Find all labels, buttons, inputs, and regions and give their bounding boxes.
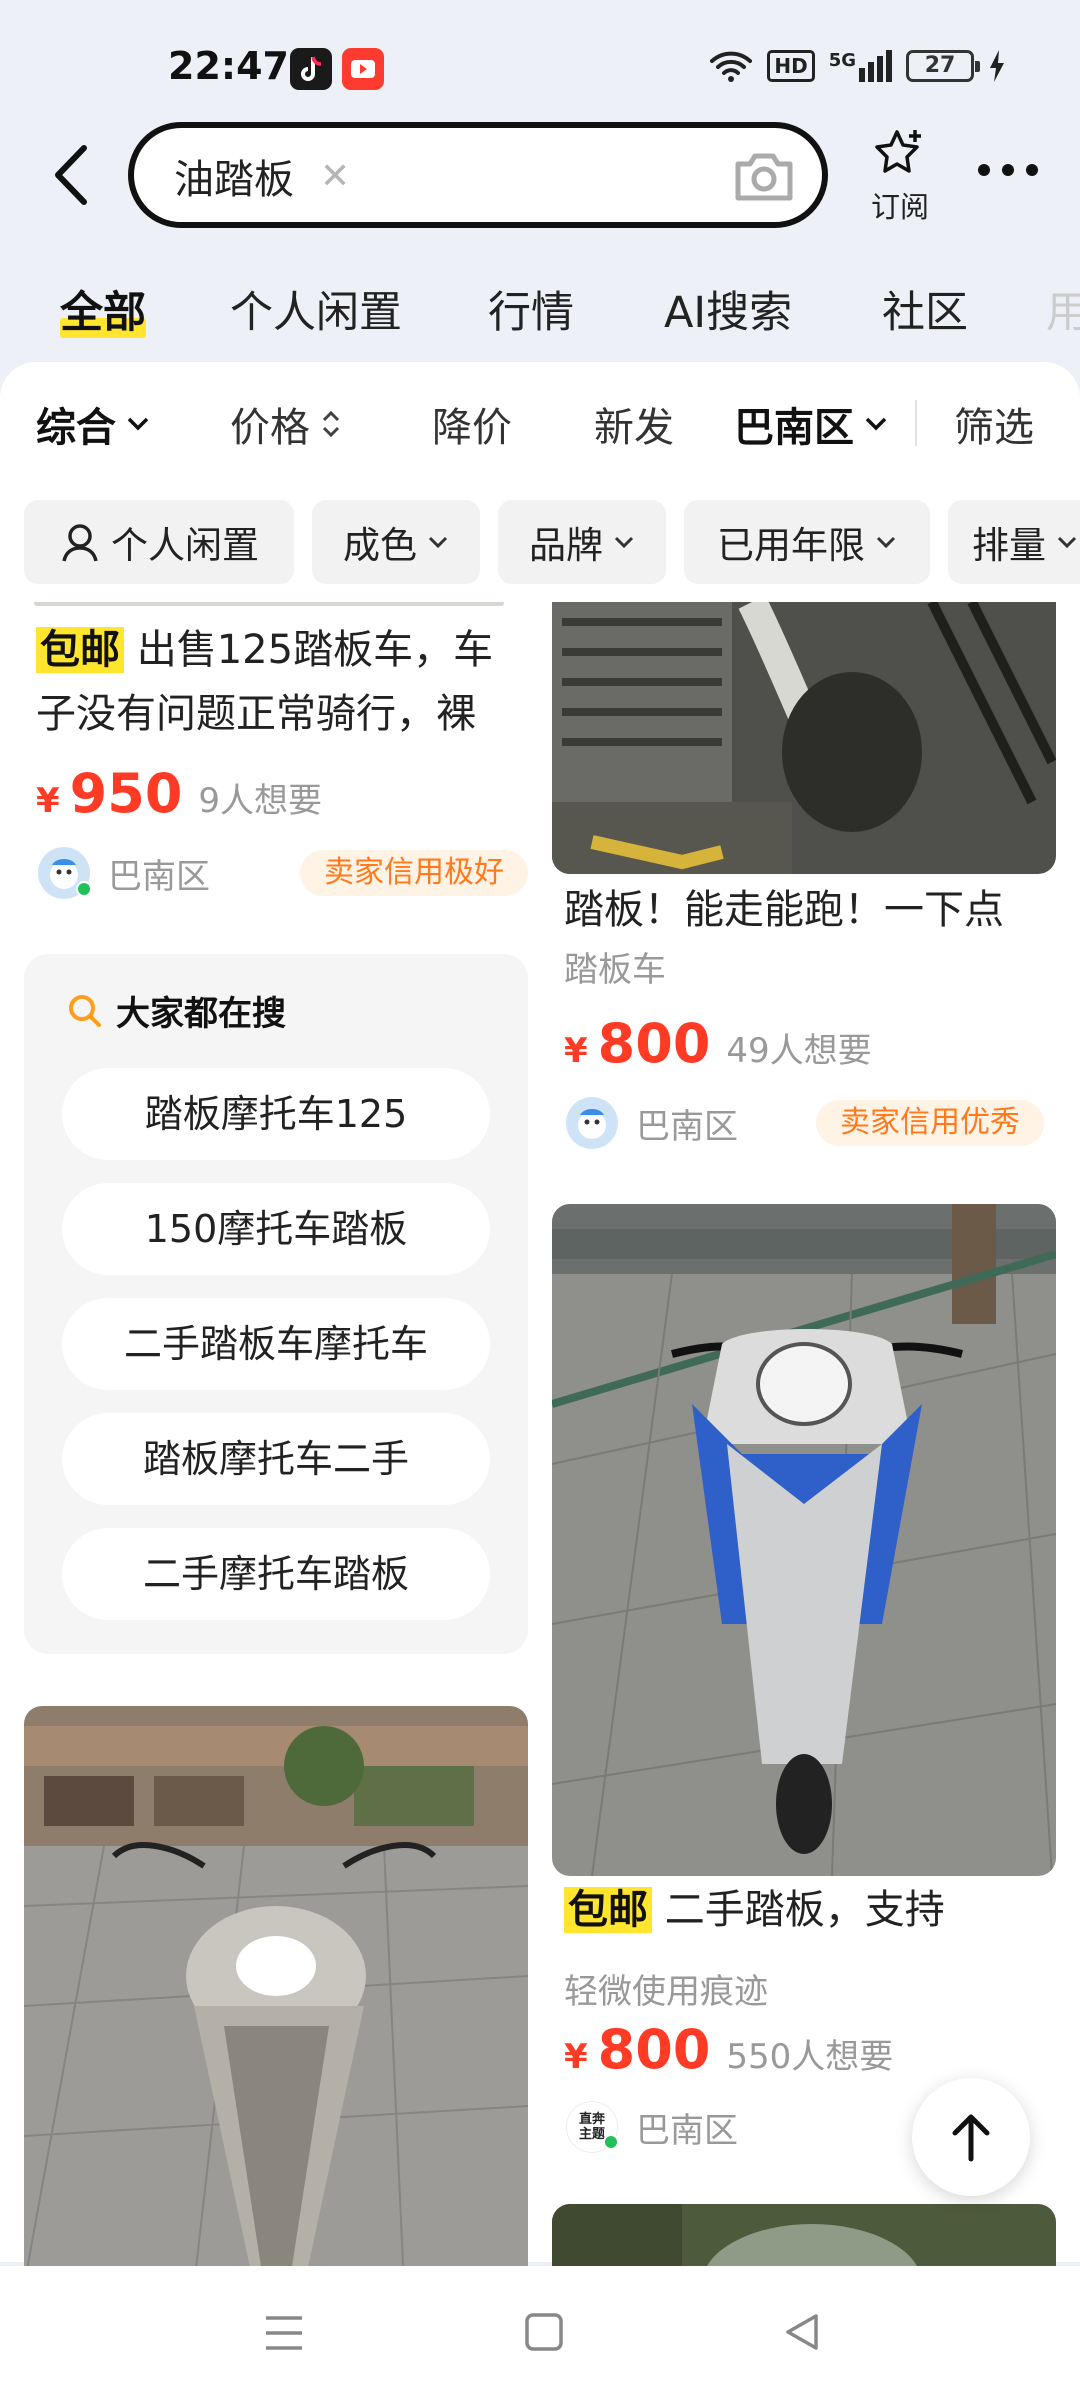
tab-market[interactable]: 行情 — [488, 278, 574, 340]
listing-price: ¥800 49人想要 — [564, 1012, 872, 1075]
menu-icon[interactable] — [264, 2314, 304, 2352]
listing-card-2[interactable]: 踏板！能走能跑！一下点 — [552, 602, 1056, 972]
wants-count: 550人想要 — [726, 2037, 894, 2077]
back-to-top-button[interactable] — [912, 2078, 1030, 2196]
chevron-down-icon — [876, 536, 896, 549]
region-selector[interactable]: 巴南区 — [734, 395, 888, 453]
listing-price: ¥800 550人想要 — [564, 2018, 894, 2081]
tab-community[interactable]: 社区 — [882, 278, 968, 340]
hot-search-item[interactable]: 二手踏板车摩托车 — [62, 1298, 490, 1390]
category-tabs: 全部 个人闲置 行情 AI搜索 社区 用 — [0, 266, 1080, 346]
avatar — [38, 847, 92, 899]
video-app-icon — [342, 48, 384, 90]
chevron-down-icon — [127, 417, 149, 431]
wifi-icon — [710, 51, 753, 82]
tab-overflow[interactable]: 用 — [1046, 278, 1080, 340]
photo-edge — [34, 602, 504, 606]
subscribe-label: 订阅 — [870, 190, 929, 224]
seller-location: 巴南区 — [636, 1106, 738, 1147]
battery-icon: 27 — [906, 50, 980, 82]
chip-personal-idle[interactable]: 个人闲置 — [24, 500, 294, 584]
listing-photo[interactable] — [552, 1204, 1056, 1876]
status-indicators: HD 5G 27 — [709, 44, 1006, 88]
sort-updown-icon — [322, 410, 340, 438]
hot-search-title: 大家都在搜 — [66, 986, 286, 1035]
sort-comprehensive[interactable]: 综合 — [36, 395, 150, 453]
home-icon[interactable] — [524, 2312, 564, 2352]
hot-search-item[interactable]: 踏板摩托车125 — [62, 1068, 490, 1160]
status-time: 22:47 — [168, 44, 289, 88]
avatar — [566, 1097, 618, 1149]
listing-subtitle: 轻微使用痕迹 — [564, 1972, 768, 2012]
arrow-up-icon — [952, 2114, 990, 2162]
charging-icon — [990, 50, 1004, 82]
chevron-left-icon — [55, 145, 87, 205]
results-feed: 包邮 出售125踏板车，车子没有问题正常骑行，裸 ¥950 9人想要 巴南区 卖… — [0, 602, 1080, 2266]
subscribe-button[interactable]: 订阅 — [862, 128, 938, 226]
hd-badge: HD — [767, 50, 815, 82]
hot-search-item[interactable]: 150摩托车踏板 — [62, 1183, 490, 1275]
credit-badge: 卖家信用极好 — [300, 850, 528, 896]
chevron-down-icon — [428, 536, 448, 549]
sort-price-drop[interactable]: 降价 — [432, 395, 512, 453]
chevron-down-icon — [865, 417, 887, 431]
sort-newest[interactable]: 新发 — [594, 395, 674, 453]
wants-count: 49人想要 — [726, 1031, 872, 1071]
seller-row: 巴南区 卖家信用优秀 — [566, 1096, 1044, 1150]
search-query: 油踏板 — [174, 157, 294, 203]
listing-title: 包邮 出售125踏板车，车子没有问题正常骑行，裸 — [36, 627, 494, 737]
search-box[interactable]: 油踏板 ✕ — [128, 122, 828, 228]
listing-price: ¥950 9人想要 — [36, 762, 323, 825]
credit-badge: 卖家信用优秀 — [816, 1100, 1044, 1146]
more-options-icon[interactable] — [978, 160, 1038, 180]
listing-subtitle: 踏板车 — [564, 950, 666, 990]
tab-all[interactable]: 全部 — [60, 278, 146, 340]
back-nav-icon[interactable] — [782, 2312, 822, 2352]
tab-personal-idle[interactable]: 个人闲置 — [230, 278, 402, 340]
listing-card-1[interactable]: 包邮 出售125踏板车，车子没有问题正常骑行，裸 ¥950 9人想要 巴南区 卖… — [24, 602, 528, 902]
avatar: 直奔主题 — [566, 2101, 619, 2153]
tiktok-icon — [290, 48, 332, 90]
listing-title: 包邮 二手踏板，支持 — [564, 1878, 1054, 1942]
seller-location: 巴南区 — [108, 856, 210, 897]
wants-count: 9人想要 — [198, 781, 323, 821]
listing-title: 踏板！能走能跑！一下点 — [564, 887, 1004, 933]
search-icon — [69, 994, 101, 1027]
divider — [915, 400, 917, 446]
seller-location: 巴南区 — [636, 2110, 738, 2151]
listing-photo — [552, 602, 1056, 874]
chip-brand[interactable]: 品牌 — [498, 500, 666, 584]
hot-search-card: 大家都在搜 踏板摩托车125 150摩托车踏板 二手踏板车摩托车 踏板摩托车二手… — [24, 954, 528, 1654]
hot-search-item[interactable]: 二手摩托车踏板 — [62, 1528, 490, 1620]
back-button[interactable] — [44, 140, 104, 210]
query-chip[interactable]: 油踏板 ✕ — [174, 146, 350, 206]
chip-years-used[interactable]: 已用年限 — [684, 500, 930, 584]
chip-displacement[interactable]: 排量 — [948, 500, 1080, 584]
star-plus-icon — [875, 130, 921, 173]
free-shipping-tag: 包邮 — [36, 627, 124, 673]
listing-photo[interactable] — [552, 2204, 1056, 2266]
free-shipping-tag: 包邮 — [564, 1887, 652, 1933]
chevron-down-icon — [1057, 536, 1077, 549]
person-icon — [62, 524, 98, 562]
chevron-down-icon — [614, 536, 634, 549]
filter-button[interactable]: 筛选 — [954, 395, 1034, 453]
tab-ai-search[interactable]: AI搜索 — [664, 278, 792, 340]
seller-row: 直奔主题 巴南区 — [566, 2100, 886, 2154]
signal-icon: 5G — [829, 50, 892, 82]
clear-query-icon[interactable]: ✕ — [320, 156, 350, 197]
chip-condition[interactable]: 成色 — [312, 500, 480, 584]
system-nav-bar — [0, 2266, 1080, 2400]
status-bar: 22:47 HD 5G 27 — [0, 0, 1080, 130]
seller-row: 巴南区 卖家信用极好 — [38, 846, 528, 900]
camera-icon[interactable] — [732, 148, 796, 204]
sort-price[interactable]: 价格 — [230, 395, 342, 453]
hot-search-item[interactable]: 踏板摩托车二手 — [62, 1413, 490, 1505]
network-type: 5G — [828, 50, 856, 71]
listing-photo[interactable] — [24, 1706, 528, 2266]
